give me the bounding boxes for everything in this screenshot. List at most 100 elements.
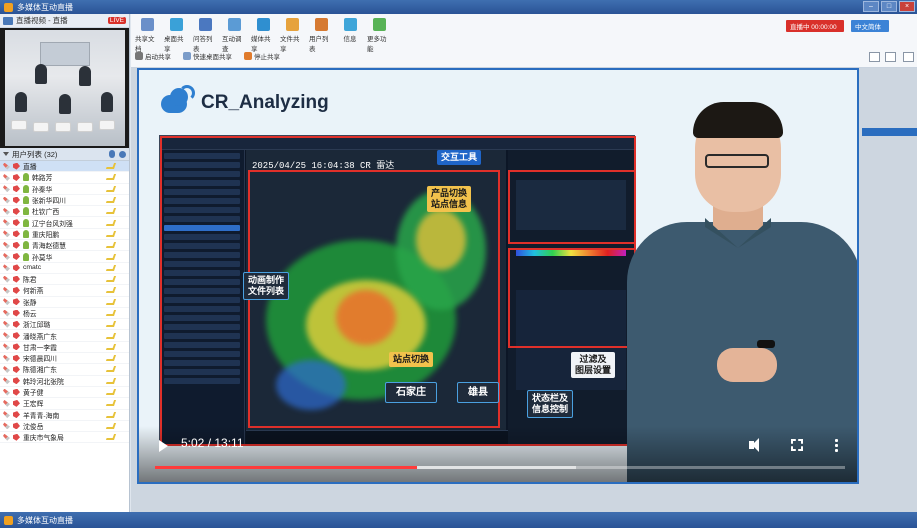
signal-icon — [105, 332, 117, 339]
language-dropdown[interactable]: 中文简体 — [851, 20, 889, 32]
pen-icon[interactable] — [3, 422, 10, 430]
play-icon[interactable] — [159, 440, 168, 452]
user-row[interactable]: 何新燕 — [0, 285, 129, 297]
tool-label: 用户列表 — [309, 36, 329, 53]
live-status-button[interactable]: 直播中 00:00:00 — [786, 20, 844, 32]
signal-icon — [105, 230, 117, 237]
stop-share-button[interactable]: 停止共享 — [244, 51, 280, 61]
tool-info-button[interactable]: 信息 — [338, 18, 362, 53]
user-row[interactable]: 青海赵德慧 — [0, 240, 129, 252]
quick-desktop-button[interactable]: 快速桌面共享 — [183, 51, 232, 61]
more-options-icon[interactable] — [835, 438, 838, 452]
start-share-button[interactable]: 启动共享 — [135, 51, 171, 61]
user-row[interactable]: 陈德湘广东 — [0, 364, 129, 376]
cloud-logo-icon — [161, 85, 195, 115]
fullscreen-icon[interactable] — [791, 439, 803, 451]
user-name: 羊青青-海南 — [23, 412, 60, 420]
pen-icon[interactable] — [3, 354, 10, 362]
user-row[interactable]: 直播 — [0, 161, 129, 173]
chair — [77, 122, 93, 132]
pen-icon[interactable] — [3, 433, 10, 441]
user-row[interactable]: 潘晓燕广东 — [0, 330, 129, 342]
maximize-button[interactable]: □ — [881, 1, 897, 12]
user-row[interactable]: 张新华四川 — [0, 195, 129, 207]
user-name: 辽宁台风刘强 — [32, 220, 73, 228]
pen-icon[interactable] — [3, 185, 10, 193]
pen-icon[interactable] — [3, 264, 10, 272]
user-row[interactable]: 重庆阳鹏 — [0, 229, 129, 241]
progress-bar[interactable] — [155, 466, 845, 469]
pen-icon[interactable] — [3, 298, 10, 306]
user-row[interactable]: 辽宁台风刘强 — [0, 217, 129, 229]
pen-icon[interactable] — [3, 207, 10, 215]
pen-icon[interactable] — [3, 332, 10, 340]
layout-single-icon[interactable] — [903, 52, 914, 62]
pen-icon[interactable] — [3, 388, 10, 396]
tool-file-share-button[interactable]: 文件共享 — [280, 18, 304, 53]
info-icon — [343, 18, 357, 31]
user-row[interactable]: 黄子健 — [0, 387, 129, 399]
camera-video[interactable] — [0, 28, 129, 148]
microphone-icon[interactable] — [109, 150, 115, 158]
pen-icon[interactable] — [3, 309, 10, 317]
user-row[interactable]: 重庆市气象局 — [0, 432, 129, 444]
user-row[interactable]: 羊青青-海南 — [0, 410, 129, 421]
user-role-icon — [13, 399, 20, 407]
taskbar-window[interactable]: 多媒体互动直播 — [0, 512, 917, 528]
tool-user-list-button[interactable]: 用户列表 — [309, 18, 333, 53]
app-logo-icon — [4, 2, 13, 12]
volume-icon[interactable] — [749, 438, 763, 452]
people-icon[interactable] — [119, 150, 126, 158]
user-row[interactable]: 孙莫华 — [0, 251, 129, 263]
minimize-button[interactable]: – — [863, 1, 879, 12]
user-row[interactable]: 沈俊岳 — [0, 421, 129, 433]
user-name: 重庆阳鹏 — [32, 231, 60, 239]
layout-grid-icon[interactable] — [869, 52, 880, 62]
pen-icon[interactable] — [3, 173, 10, 181]
chair — [33, 122, 49, 132]
pen-icon[interactable] — [3, 320, 10, 328]
pen-icon[interactable] — [3, 399, 10, 407]
tool-qa-list-button[interactable]: 问答列表 — [193, 18, 217, 53]
close-button[interactable]: × — [899, 1, 915, 12]
pen-icon[interactable] — [3, 343, 10, 351]
user-row[interactable]: 王宏辉 — [0, 398, 129, 410]
user-row[interactable]: 杨云 — [0, 308, 129, 320]
collapse-arrow-icon[interactable] — [3, 152, 9, 156]
user-name: 宋德晨四川 — [23, 356, 57, 364]
tool-more-functions-button[interactable]: 更多功能 — [367, 18, 391, 53]
pen-icon[interactable] — [3, 162, 10, 170]
user-row[interactable]: 韩路芳 — [0, 172, 129, 184]
signal-icon — [105, 400, 117, 407]
user-row[interactable]: 甘肃一李霞 — [0, 342, 129, 354]
taskbar-title: 多媒体互动直播 — [17, 515, 73, 525]
user-row[interactable]: 陈君 — [0, 274, 129, 286]
pen-icon[interactable] — [3, 253, 10, 261]
user-row[interactable]: 孙秦华 — [0, 184, 129, 195]
user-row[interactable]: 韩玲河北张院 — [0, 376, 129, 387]
pen-icon[interactable] — [3, 219, 10, 227]
pen-icon[interactable] — [3, 230, 10, 238]
tool-doc-share-button[interactable]: 共享文档 — [135, 18, 159, 53]
pen-icon[interactable] — [3, 196, 10, 204]
pen-icon[interactable] — [3, 275, 10, 283]
signal-icon — [105, 377, 117, 384]
pen-icon[interactable] — [3, 241, 10, 249]
pen-icon[interactable] — [3, 365, 10, 373]
user-row[interactable]: 浙江邱璐 — [0, 319, 129, 331]
user-status-icon — [23, 241, 29, 250]
pen-icon[interactable] — [3, 286, 10, 294]
video-player[interactable]: CR_Analyzing 2025/04/25 16:04:38 CR 雷达 交… — [137, 68, 859, 484]
user-row[interactable]: cmatc — [0, 263, 129, 274]
user-row[interactable]: 张静 — [0, 297, 129, 308]
tool-media-share-button[interactable]: 媒体共享 — [251, 18, 275, 53]
user-row[interactable]: 杜钦广西 — [0, 206, 129, 218]
signal-icon — [105, 253, 117, 260]
layout-split-icon[interactable] — [885, 52, 896, 62]
pen-icon[interactable] — [3, 411, 10, 419]
user-list-header[interactable]: 用户列表 (32) — [0, 148, 129, 161]
tool-desktop-share-button[interactable]: 桌面共享 — [164, 18, 188, 53]
user-row[interactable]: 宋德晨四川 — [0, 353, 129, 365]
pen-icon[interactable] — [3, 377, 10, 385]
tool-survey-button[interactable]: 互动调查 — [222, 18, 246, 53]
